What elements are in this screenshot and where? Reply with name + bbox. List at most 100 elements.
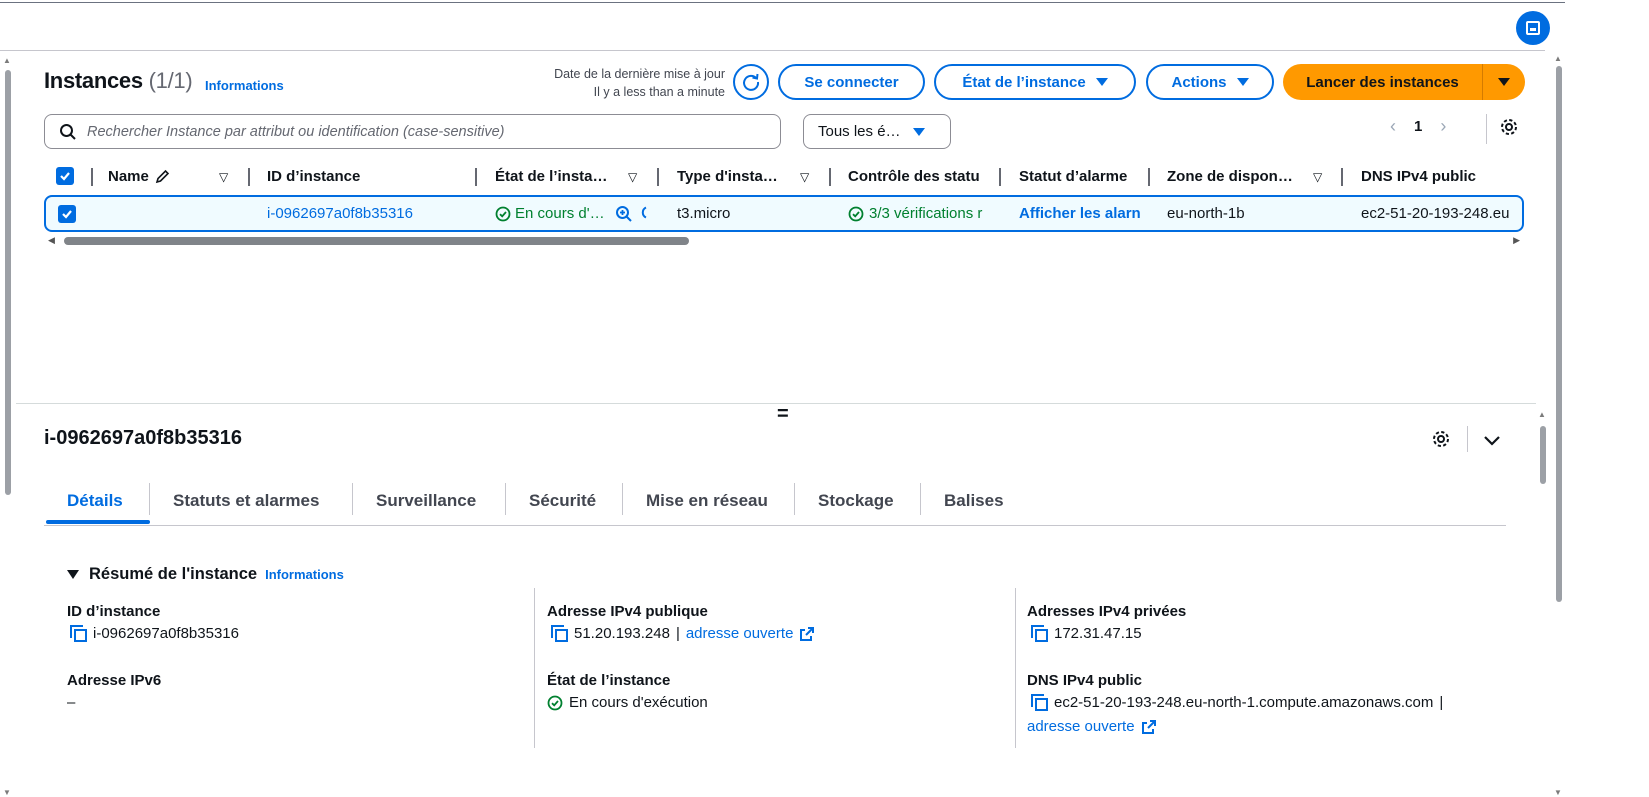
scroll-right-arrow-icon[interactable]: ▶ (1513, 235, 1520, 246)
caret-down-icon (1095, 78, 1108, 86)
tab-monitoring[interactable]: Surveillance (376, 480, 476, 522)
state-filter-select[interactable]: Tous les é… (803, 114, 951, 149)
tab-status-alarms[interactable]: Statuts et alarmes (173, 480, 319, 522)
separator: | (675, 625, 680, 642)
select-all-checkbox[interactable] (56, 160, 74, 192)
column-divider[interactable] (1341, 168, 1343, 186)
launch-options-button[interactable] (1483, 64, 1525, 100)
external-link-icon[interactable] (1141, 719, 1157, 735)
copy-icon[interactable] (70, 625, 87, 642)
tab-networking[interactable]: Mise en réseau (646, 480, 768, 522)
cell-public-dns: ec2-51-20-193-248.eu (1361, 205, 1510, 222)
row-checkbox[interactable] (58, 197, 76, 230)
sort-icon[interactable]: ▽ (800, 170, 809, 184)
column-header-name[interactable]: Name (108, 160, 218, 192)
refresh-button[interactable] (733, 64, 769, 100)
table-settings-button[interactable] (1499, 117, 1519, 140)
scrollbar-thumb[interactable] (1540, 426, 1546, 484)
cell-status-check[interactable]: 3/3 vérifications r (848, 197, 1000, 230)
column-divider[interactable] (657, 168, 659, 186)
public-ipv4-value: 51.20.193.248 | adresse ouverte (551, 625, 815, 642)
collapse-panel-button[interactable] (1482, 430, 1502, 453)
next-page-button[interactable]: › (1440, 116, 1446, 137)
copy-icon[interactable] (551, 625, 568, 642)
fullscreen-button[interactable] (1516, 11, 1550, 45)
current-page[interactable]: 1 (1414, 118, 1422, 135)
table-header: Name ▽ ID d’instance État de l’insta… ▽ … (44, 160, 1524, 192)
open-address-link[interactable]: adresse ouverte (686, 625, 794, 642)
tab-storage[interactable]: Stockage (818, 480, 894, 522)
column-divider (534, 588, 535, 748)
actions-dropdown[interactable]: Actions (1146, 64, 1274, 100)
sort-icon[interactable]: ▽ (628, 170, 637, 184)
column-label: ID d’instance (267, 167, 361, 185)
column-divider[interactable] (475, 168, 477, 186)
tab-tags[interactable]: Balises (944, 480, 1004, 522)
public-dns-label: DNS IPv4 public (1027, 672, 1143, 689)
cell-instance-type: t3.micro (677, 205, 731, 222)
panel-splitter[interactable] (16, 403, 1536, 404)
scrollbar-thumb[interactable] (5, 70, 11, 495)
column-divider[interactable] (248, 168, 250, 186)
tab-details[interactable]: Détails (67, 480, 123, 522)
instance-state-dropdown[interactable]: État de l’instance (934, 64, 1136, 100)
cell-instance-id-link[interactable]: i-0962697a0f8b35316 (267, 197, 467, 230)
resize-grip-icon[interactable]: = (777, 404, 789, 424)
scroll-down-arrow-icon[interactable]: ▼ (3, 788, 11, 797)
public-ipv4-text: 51.20.193.248 (574, 625, 670, 642)
table-horizontal-scrollbar[interactable]: ◀ ▶ (44, 235, 1524, 247)
check-circle-icon (547, 695, 563, 710)
column-label: Zone de dispon… (1167, 167, 1293, 185)
connect-button[interactable]: Se connecter (778, 64, 925, 100)
column-header-alarm-status[interactable]: Statut d’alarme (1019, 160, 1149, 192)
ipv6-label: Adresse IPv6 (67, 672, 162, 689)
column-divider[interactable] (829, 168, 831, 186)
external-link-icon[interactable] (799, 626, 815, 642)
caret-down-icon (67, 570, 79, 579)
scroll-up-arrow-icon[interactable]: ▲ (1538, 410, 1546, 419)
scroll-up-arrow-icon[interactable]: ▲ (1554, 54, 1562, 63)
page-scrollbar[interactable]: ▲ ▼ (1553, 52, 1565, 797)
page-title-text: Instances (44, 68, 143, 93)
sort-icon[interactable]: ▽ (1313, 170, 1322, 184)
column-divider[interactable] (999, 168, 1001, 186)
tab-security[interactable]: Sécurité (529, 480, 596, 522)
previous-page-button[interactable]: ‹ (1390, 116, 1396, 137)
instance-id-label: ID d’instance (67, 603, 161, 620)
column-divider[interactable] (1148, 168, 1150, 186)
filter-value: Tous les é… (818, 123, 901, 140)
column-header-instance-state[interactable]: État de l’insta… (495, 160, 621, 192)
search-input[interactable]: Rechercher Instance par attribut ou iden… (44, 114, 781, 149)
table-row[interactable]: i-0962697a0f8b35316 En cours d'… t3.micr… (44, 195, 1524, 232)
zoom-in-icon[interactable] (615, 205, 633, 223)
scrollbar-thumb[interactable] (64, 237, 689, 245)
sort-icon[interactable]: ▽ (219, 170, 228, 184)
tab-divider (505, 483, 506, 515)
open-address-link[interactable]: adresse ouverte (1027, 718, 1135, 735)
detail-panel-scrollbar[interactable]: ▲ (1536, 410, 1550, 746)
copy-icon[interactable] (1031, 625, 1048, 642)
summary-info-link[interactable]: Informations (265, 567, 344, 582)
column-header-instance-id[interactable]: ID d’instance (267, 160, 467, 192)
last-update-value: Il y a less than a minute (593, 85, 725, 99)
column-label: Contrôle des statu (848, 167, 980, 185)
launch-instances-button[interactable]: Lancer des instances (1283, 64, 1483, 100)
zoom-out-icon[interactable] (637, 205, 647, 223)
scrollbar-thumb[interactable] (1556, 66, 1562, 602)
scroll-left-arrow-icon[interactable]: ◀ (48, 235, 55, 246)
left-scrollbar[interactable]: ▲ ▼ (2, 52, 14, 797)
column-header-public-dns[interactable]: DNS IPv4 public (1361, 160, 1521, 192)
cell-availability-zone: eu-north-1b (1167, 205, 1245, 222)
column-header-availability-zone[interactable]: Zone de dispon… (1167, 160, 1302, 192)
info-link[interactable]: Informations (205, 78, 284, 93)
detail-settings-button[interactable] (1431, 429, 1451, 452)
scroll-up-arrow-icon[interactable]: ▲ (3, 56, 11, 65)
cell-alarm-status-link[interactable]: Afficher les alarn (1019, 197, 1149, 230)
column-header-status-check[interactable]: Contrôle des statu (848, 160, 984, 192)
instance-summary-header[interactable]: Résumé de l'instance Informations (67, 565, 344, 584)
scroll-down-arrow-icon[interactable]: ▼ (1554, 788, 1562, 797)
column-header-instance-type[interactable]: Type d'insta… (677, 160, 797, 192)
settings-gear-icon (1433, 431, 1449, 447)
copy-icon[interactable] (1031, 694, 1048, 711)
column-divider[interactable] (91, 168, 93, 186)
